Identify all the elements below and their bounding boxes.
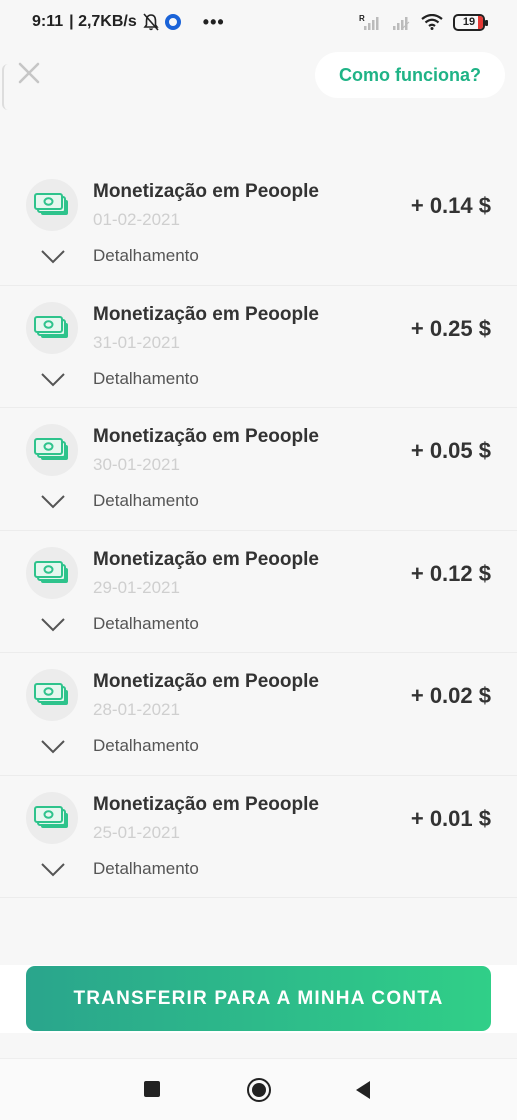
wifi-icon (421, 14, 443, 30)
transfer-button[interactable]: TRANSFERIR PARA A MINHA CONTA (26, 966, 491, 1031)
transaction-title: Monetização em Peoople (93, 426, 319, 447)
svg-text:R: R (359, 14, 365, 23)
transaction-amount: + 0.05 $ (410, 438, 491, 463)
transaction-date: 25-01-2021 (93, 822, 180, 842)
signal-2-icon (393, 17, 410, 30)
transaction-amount: + 0.12 $ (410, 560, 491, 586)
transaction-item[interactable]: Monetização em Peoople 01-02-2021 + 0.14… (0, 163, 517, 286)
detail-toggle[interactable]: Detalhamento (93, 736, 199, 756)
chevron-down-icon[interactable] (40, 617, 66, 633)
detail-toggle[interactable]: Detalhamento (93, 491, 199, 511)
battery-icon: 19 (453, 13, 488, 31)
detail-toggle[interactable]: Detalhamento (93, 859, 199, 879)
transaction-amount: + 0.01 $ (410, 805, 491, 831)
more-notifications-icon: ••• (202, 11, 225, 32)
transaction-item[interactable]: Monetização em Peoople 25-01-2021 + 0.01… (0, 776, 517, 898)
transaction-amount: + 0.25 $ (410, 315, 491, 341)
transaction-item[interactable]: Monetização em Peoople 28-01-2021 + 0.02… (0, 653, 517, 776)
transaction-amount: + 0.14 $ (410, 193, 491, 218)
transaction-title: Monetização em Peoople (93, 303, 319, 325)
transaction-item[interactable]: Monetização em Peoople 31-01-2021 + 0.25… (0, 286, 517, 408)
chevron-down-icon[interactable] (40, 249, 66, 265)
transaction-date: 30-01-2021 (93, 455, 180, 474)
money-icon (26, 424, 78, 476)
detail-toggle[interactable]: Detalhamento (93, 246, 199, 266)
transaction-title: Monetização em Peoople (93, 671, 319, 692)
money-icon (26, 791, 78, 844)
money-icon (26, 669, 78, 721)
chevron-down-icon[interactable] (40, 862, 66, 878)
close-icon (18, 62, 40, 84)
status-time: 9:11 (32, 13, 64, 30)
chevron-down-icon[interactable] (40, 494, 66, 510)
status-bar: 9:11 | 2,7KB/s ••• R 19 (0, 0, 517, 44)
transaction-title: Monetização em Peoople (93, 181, 319, 202)
app-ring-icon (164, 14, 181, 30)
detail-toggle[interactable]: Detalhamento (93, 614, 199, 634)
money-icon (26, 179, 78, 231)
transaction-date: 29-01-2021 (93, 577, 180, 597)
transaction-date: 28-01-2021 (93, 700, 180, 719)
close-button[interactable] (16, 60, 42, 86)
edge-handle (2, 64, 8, 110)
battery-level: 19 (462, 16, 476, 28)
transaction-date: 01-02-2021 (93, 210, 180, 229)
system-nav-bar (0, 1058, 517, 1120)
home-icon[interactable] (247, 1078, 271, 1102)
money-icon (26, 301, 78, 354)
transaction-list: Monetização em Peoople 01-02-2021 + 0.14… (0, 163, 517, 898)
header: Como funciona? (0, 44, 517, 110)
back-icon[interactable] (356, 1081, 370, 1099)
cta-container: TRANSFERIR PARA A MINHA CONTA (0, 965, 517, 1033)
transaction-title: Monetização em Peoople (93, 793, 319, 815)
signal-icon: R (359, 14, 379, 30)
transaction-title: Monetização em Peoople (93, 548, 319, 570)
detail-toggle[interactable]: Detalhamento (93, 369, 199, 389)
transaction-date: 31-01-2021 (93, 332, 180, 352)
recents-icon[interactable] (144, 1081, 160, 1097)
transaction-item[interactable]: Monetização em Peoople 29-01-2021 + 0.12… (0, 531, 517, 653)
status-left: 9:11 | 2,7KB/s ••• (32, 12, 225, 33)
transaction-amount: + 0.02 $ (410, 683, 491, 708)
bell-off-icon (143, 13, 159, 31)
transaction-item[interactable]: Monetização em Peoople 30-01-2021 + 0.05… (0, 408, 517, 531)
status-right: R 19 (359, 13, 488, 31)
money-icon (26, 546, 78, 599)
how-it-works-button[interactable]: Como funciona? (315, 52, 505, 98)
status-network-speed: | 2,7KB/s (69, 13, 137, 30)
chevron-down-icon[interactable] (40, 372, 66, 388)
chevron-down-icon[interactable] (40, 739, 66, 755)
